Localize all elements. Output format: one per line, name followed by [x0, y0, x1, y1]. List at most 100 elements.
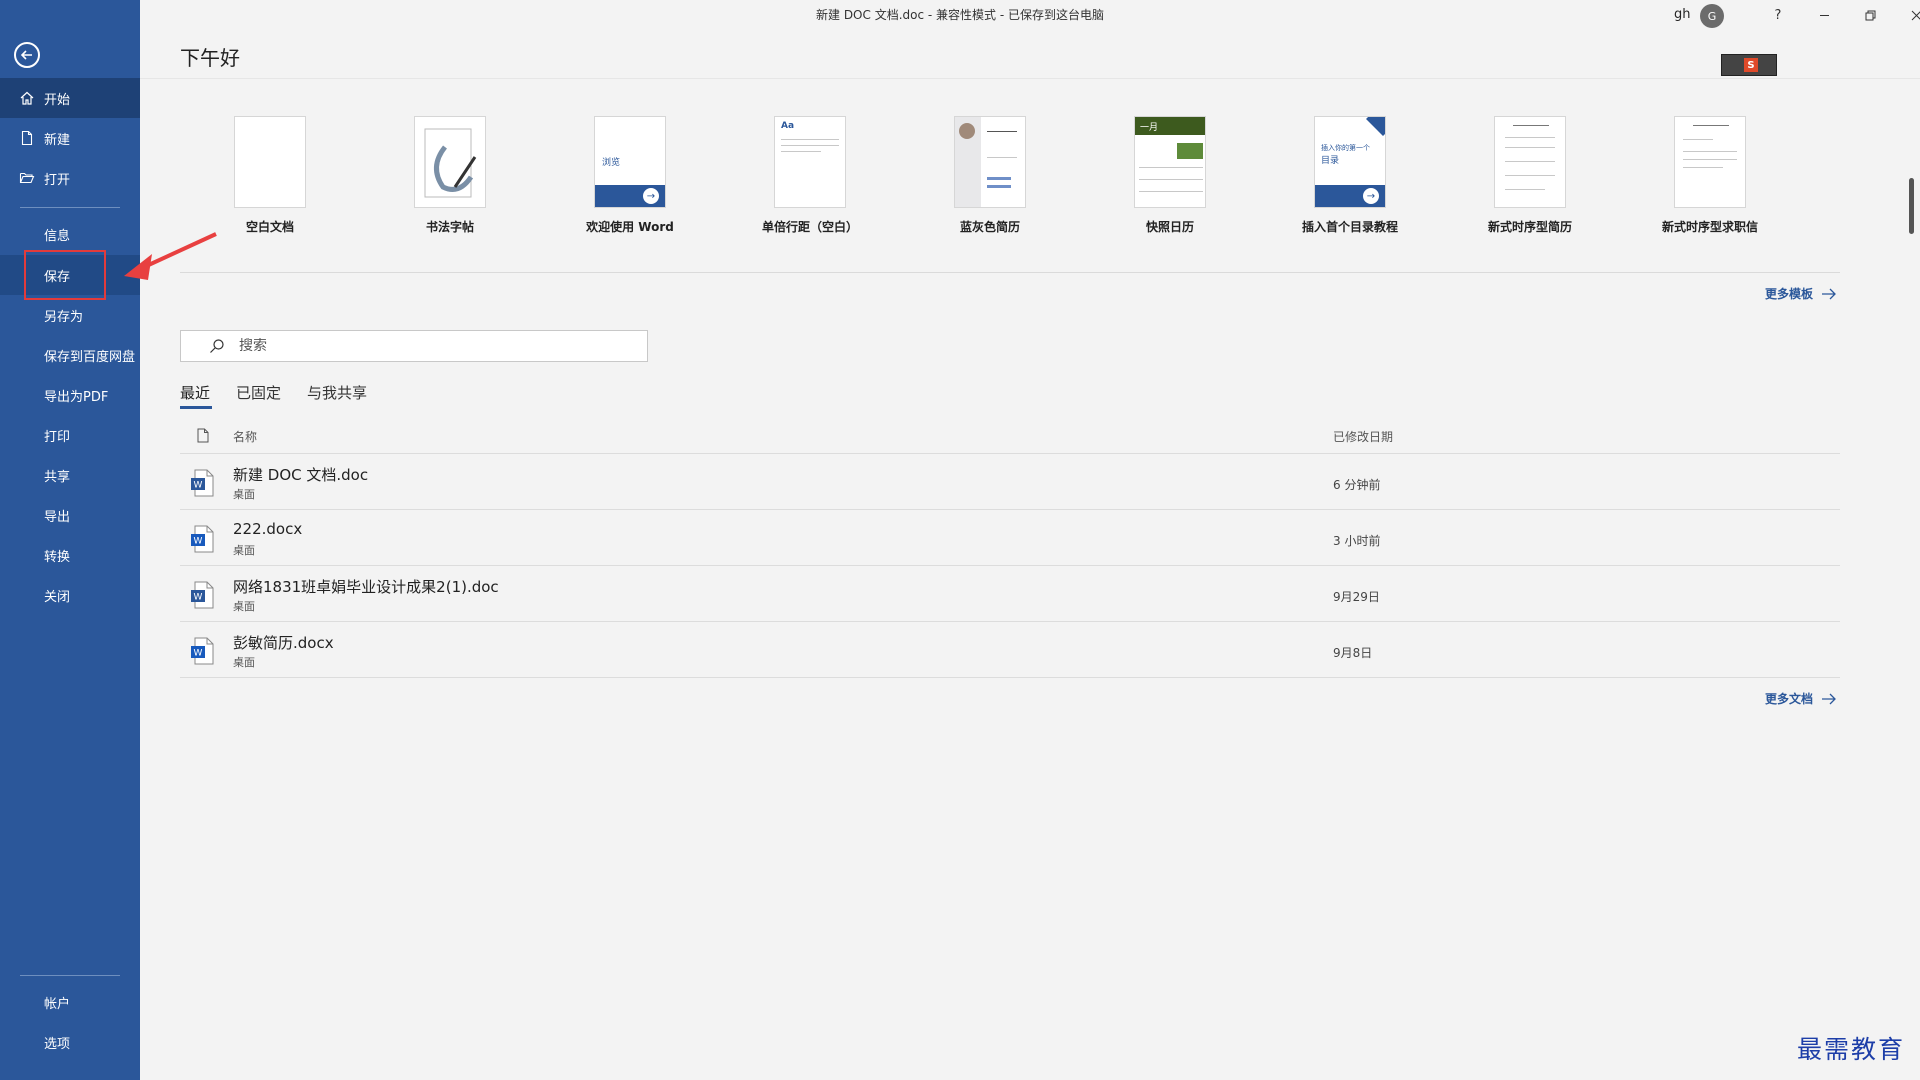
file-modified-date: 9月8日: [1333, 646, 1373, 660]
template-thumbnail: [1674, 116, 1746, 208]
file-header-icon: [197, 428, 209, 443]
thumbnail-line: [987, 185, 1011, 188]
list-divider: [180, 621, 1840, 622]
calligraphy-brush-icon: [424, 128, 477, 198]
thumbnail-line: [1505, 137, 1555, 138]
template-label: 新式时序型求职信: [1661, 220, 1758, 234]
sidebar-item-print[interactable]: 打印: [0, 415, 140, 455]
file-row[interactable]: W 网络1831班卓娟毕业设计成果2(1).doc 桌面 9月29日: [180, 568, 1840, 624]
sidebar-item-export-pdf[interactable]: 导出为PDF: [0, 375, 140, 415]
sidebar-item-save-to-baidu[interactable]: 保存到百度网盘: [0, 335, 140, 375]
template-label: 蓝灰色简历: [959, 220, 1020, 234]
tab-recent[interactable]: 最近: [180, 382, 210, 403]
thumbnail-line: [1139, 191, 1203, 192]
thumbnail-text: 浏览: [602, 158, 621, 168]
sidebar-item-account[interactable]: 帐户: [0, 982, 140, 1022]
file-modified-date: 9月29日: [1333, 590, 1380, 604]
sidebar-item-label: 开始: [44, 92, 71, 108]
sidebar-item-label: 帐户: [44, 996, 71, 1012]
template-thumbnail: [414, 116, 486, 208]
template-welcome-word[interactable]: 浏览 → 欢迎使用 Word: [555, 116, 705, 235]
template-thumbnail: [1494, 116, 1566, 208]
template-toc-tutorial[interactable]: 插入你的第一个 目录 → 插入首个目录教程: [1275, 116, 1425, 235]
file-name: 新建 DOC 文档.doc: [233, 466, 369, 484]
sidebar-item-label: 导出为PDF: [44, 389, 109, 405]
template-blue-gray-resume[interactable]: 蓝灰色简历: [915, 116, 1065, 235]
templates-divider: [180, 272, 1840, 273]
more-documents-link[interactable]: 更多文档: [1765, 690, 1837, 707]
sidebar-item-open[interactable]: 打开: [0, 158, 140, 198]
close-icon: [1911, 10, 1920, 20]
scrollbar-thumb[interactable]: [1909, 178, 1914, 234]
user-name[interactable]: gh: [1674, 7, 1691, 22]
sidebar-item-save[interactable]: 保存: [0, 255, 140, 295]
back-button[interactable]: [14, 42, 40, 68]
thumbnail-line: [1505, 175, 1555, 176]
folder-open-icon: [18, 169, 36, 187]
sidebar-item-home[interactable]: 开始: [0, 78, 140, 118]
search-input[interactable]: [239, 338, 619, 354]
column-header-modified[interactable]: 已修改日期: [1333, 428, 1393, 445]
arrow-right-icon: →: [643, 188, 659, 204]
sidebar-item-save-as[interactable]: 另存为: [0, 295, 140, 335]
sidebar-item-convert[interactable]: 转换: [0, 535, 140, 575]
template-calligraphy[interactable]: 书法字帖: [375, 116, 525, 235]
tab-pinned[interactable]: 已固定: [236, 382, 281, 403]
template-label: 单倍行距（空白）: [761, 220, 858, 234]
minimize-button[interactable]: [1802, 0, 1846, 30]
help-button[interactable]: ?: [1756, 0, 1800, 30]
more-templates-link[interactable]: 更多模板: [1765, 285, 1837, 302]
column-header-name[interactable]: 名称: [233, 428, 257, 445]
template-label: 欢迎使用 Word: [586, 220, 674, 234]
file-row[interactable]: W 彭敏简历.docx 桌面 9月8日: [180, 624, 1840, 680]
tab-shared-with-me[interactable]: 与我共享: [307, 382, 367, 403]
more-templates-label: 更多模板: [1765, 287, 1814, 301]
template-single-spacing[interactable]: Aa 单倍行距（空白）: [735, 116, 885, 235]
sidebar-item-label: 打开: [44, 172, 71, 188]
sidebar-item-export[interactable]: 导出: [0, 495, 140, 535]
active-tab-indicator: [180, 406, 212, 409]
search-box[interactable]: [180, 330, 648, 362]
word-doc-icon: W: [191, 469, 214, 497]
sogou-icon: S: [1744, 58, 1758, 72]
close-button[interactable]: [1894, 0, 1920, 30]
ime-toolbar[interactable]: S: [1721, 54, 1777, 76]
thumbnail-line: [987, 131, 1017, 132]
file-row[interactable]: W 新建 DOC 文档.doc 桌面 6 分钟前: [180, 456, 1840, 512]
template-modern-chronological-cover-letter[interactable]: 新式时序型求职信: [1635, 116, 1785, 235]
sidebar-item-share[interactable]: 共享: [0, 455, 140, 495]
sidebar-item-label: 保存: [44, 269, 71, 285]
home-icon: [18, 89, 36, 107]
sidebar-item-options[interactable]: 选项: [0, 1022, 140, 1062]
avatar[interactable]: G: [1700, 4, 1724, 28]
template-thumbnail: 一月: [1134, 116, 1206, 208]
template-blank[interactable]: 空白文档: [195, 116, 345, 235]
sidebar-item-label: 另存为: [44, 309, 84, 325]
thumbnail-text: 一月: [1140, 123, 1159, 133]
sidebar-item-new[interactable]: 新建: [0, 118, 140, 158]
template-label: 书法字帖: [425, 220, 474, 234]
thumbnail-text: Aa: [781, 121, 795, 131]
template-label: 新式时序型简历: [1487, 220, 1572, 234]
template-modern-chronological-resume[interactable]: 新式时序型简历: [1455, 116, 1605, 235]
list-divider: [180, 509, 1840, 510]
minimize-icon: [1819, 14, 1829, 16]
restore-button[interactable]: [1848, 0, 1892, 30]
file-row[interactable]: W 222.docx 桌面 3 小时前: [180, 512, 1840, 568]
sidebar-item-label: 新建: [44, 132, 71, 148]
template-snapshot-calendar[interactable]: 一月 快照日历: [1095, 116, 1245, 235]
thumbnail-line: [1505, 189, 1545, 190]
photo-icon: [959, 123, 975, 139]
file-name: 网络1831班卓娟毕业设计成果2(1).doc: [233, 578, 499, 596]
template-thumbnail: [234, 116, 306, 208]
template-thumbnail: [954, 116, 1026, 208]
sidebar-item-info[interactable]: 信息: [0, 214, 140, 254]
page-title: 下午好: [180, 46, 240, 70]
backstage-sidebar: 开始 新建 打开 信息 保存 另存为 保存到百度网盘 导出为PDF 打印 共享 …: [0, 0, 140, 1080]
file-name: 彭敏简历.docx: [233, 634, 334, 652]
svg-text:W: W: [194, 537, 203, 547]
sidebar-item-close[interactable]: 关闭: [0, 575, 140, 615]
watermark-text: 最需教育: [1797, 1035, 1906, 1064]
sidebar-item-label: 转换: [44, 549, 71, 565]
search-icon: [210, 339, 224, 353]
